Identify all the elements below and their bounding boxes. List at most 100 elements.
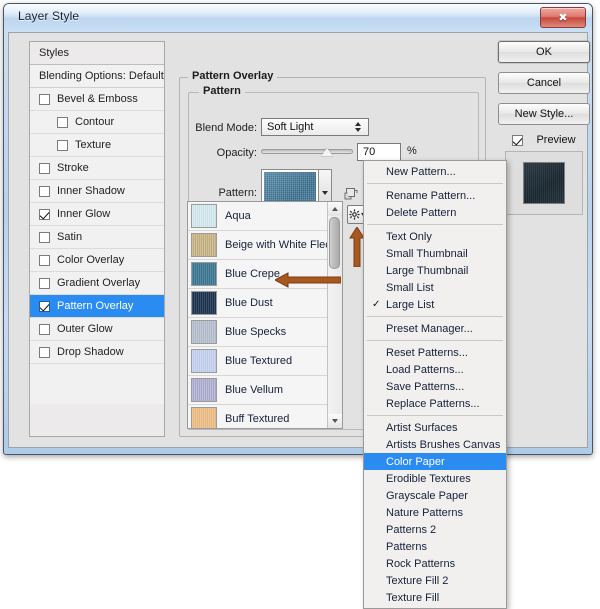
menu-item-replace-patterns[interactable]: Replace Patterns... — [364, 395, 506, 412]
scroll-up-button[interactable] — [328, 202, 342, 216]
opacity-label: Opacity: — [193, 147, 257, 159]
menu-item-color-paper[interactable]: Color Paper — [364, 453, 506, 470]
style-row-label: Inner Glow — [57, 208, 110, 220]
pattern-options-context-menu[interactable]: New Pattern... Rename Pattern... Delete Pa… — [363, 160, 507, 609]
menu-item-small-thumbnail[interactable]: Small Thumbnail — [364, 245, 506, 262]
menu-item-label: Reset Patterns... — [386, 347, 468, 359]
pattern-thumbnail — [191, 407, 217, 429]
style-checkbox[interactable] — [39, 278, 50, 289]
blending-options-row[interactable]: Blending Options: Default — [30, 65, 164, 88]
style-row-contour[interactable]: Contour — [30, 111, 164, 134]
menu-item-artist-surfaces[interactable]: Artist Surfaces — [364, 419, 506, 436]
menu-item-label: Large Thumbnail — [386, 265, 468, 277]
style-row-inner-glow[interactable]: Inner Glow — [30, 203, 164, 226]
dialog-title: Layer Style — [18, 9, 79, 23]
menu-item-nature-patterns[interactable]: Nature Patterns — [364, 504, 506, 521]
menu-item-rename-pattern[interactable]: Rename Pattern... — [364, 187, 506, 204]
title-bar[interactable]: Layer Style ✖ — [4, 4, 592, 31]
pattern-list-item[interactable]: Blue Textured — [188, 347, 328, 376]
menu-item-new-pattern[interactable]: New Pattern... — [364, 163, 506, 180]
style-row-stroke[interactable]: Stroke — [30, 157, 164, 180]
ok-button[interactable]: OK — [498, 41, 590, 63]
opacity-slider-thumb[interactable] — [321, 145, 334, 156]
menu-item-patterns[interactable]: Patterns — [364, 538, 506, 555]
menu-separator — [367, 183, 503, 184]
style-checkbox[interactable] — [57, 117, 68, 128]
style-checkbox[interactable] — [39, 255, 50, 266]
menu-item-texture-fill[interactable]: Texture Fill — [364, 589, 506, 606]
style-checkbox[interactable] — [39, 324, 50, 335]
menu-item-small-list[interactable]: Small List — [364, 279, 506, 296]
style-row-color-overlay[interactable]: Color Overlay — [30, 249, 164, 272]
menu-item-save-patterns[interactable]: Save Patterns... — [364, 378, 506, 395]
pattern-list[interactable]: AquaBeige with White FleckBlue CrepeBlue… — [187, 201, 343, 429]
pattern-list-item[interactable]: Beige with White Fleck — [188, 231, 328, 260]
pattern-list-item[interactable]: Blue Vellum — [188, 376, 328, 405]
style-row-inner-shadow[interactable]: Inner Shadow — [30, 180, 164, 203]
scroll-down-button[interactable] — [328, 414, 342, 428]
chevron-updown-icon — [351, 122, 368, 132]
menu-item-label: Small List — [386, 282, 434, 294]
style-row-label: Satin — [57, 231, 82, 243]
menu-item-delete-pattern[interactable]: Delete Pattern — [364, 204, 506, 221]
style-checkbox[interactable] — [39, 163, 50, 174]
menu-item-label: Artist Surfaces — [386, 422, 458, 434]
style-checkbox[interactable] — [39, 186, 50, 197]
pattern-list-item[interactable]: Buff Textured — [188, 405, 328, 429]
menu-item-reset-patterns[interactable]: Reset Patterns... — [364, 344, 506, 361]
menu-item-large-list[interactable]: ✓Large List — [364, 296, 506, 313]
pattern-list-item[interactable]: Blue Dust — [188, 289, 328, 318]
preview-checkbox-row[interactable]: Preview — [498, 134, 590, 146]
style-checkbox[interactable] — [39, 301, 50, 312]
menu-item-label: Grayscale Paper — [386, 490, 468, 502]
menu-item-texture-fill-2[interactable]: Texture Fill 2 — [364, 572, 506, 589]
style-row-texture[interactable]: Texture — [30, 134, 164, 157]
menu-item-large-thumbnail[interactable]: Large Thumbnail — [364, 262, 506, 279]
check-icon: ✓ — [372, 299, 380, 310]
opacity-input[interactable]: 70 — [357, 143, 401, 161]
style-row-gradient-overlay[interactable]: Gradient Overlay — [30, 272, 164, 295]
style-checkbox[interactable] — [39, 94, 50, 105]
style-checkbox[interactable] — [39, 209, 50, 220]
style-checkbox[interactable] — [57, 140, 68, 151]
menu-item-label: Erodible Textures — [386, 473, 471, 485]
menu-item-erodible-textures[interactable]: Erodible Textures — [364, 470, 506, 487]
pattern-name: Blue Textured — [225, 355, 292, 367]
styles-sidebar: Styles Blending Options: Default Bevel &… — [29, 41, 165, 437]
pattern-name: Aqua — [225, 210, 251, 222]
menu-item-patterns-2[interactable]: Patterns 2 — [364, 521, 506, 538]
style-row-drop-shadow[interactable]: Drop Shadow — [30, 341, 164, 364]
style-row-bevel-emboss[interactable]: Bevel & Emboss — [30, 88, 164, 111]
style-checkbox[interactable] — [39, 232, 50, 243]
pattern-list-scrollbar[interactable] — [327, 202, 342, 428]
blend-mode-label: Blend Mode: — [193, 122, 257, 134]
menu-item-rock-patterns[interactable]: Rock Patterns — [364, 555, 506, 572]
menu-item-label: New Pattern... — [386, 166, 456, 178]
style-row-satin[interactable]: Satin — [30, 226, 164, 249]
menu-item-load-patterns[interactable]: Load Patterns... — [364, 361, 506, 378]
pattern-list-item[interactable]: Aqua — [188, 202, 328, 231]
link-to-origin-icon[interactable] — [344, 186, 359, 201]
style-checkbox[interactable] — [39, 347, 50, 358]
style-row-outer-glow[interactable]: Outer Glow — [30, 318, 164, 341]
style-row-label: Outer Glow — [57, 323, 113, 335]
pattern-name: Blue Specks — [225, 326, 286, 338]
scrollbar-thumb[interactable] — [329, 217, 340, 269]
menu-item-label: Delete Pattern — [386, 207, 456, 219]
style-row-label: Gradient Overlay — [57, 277, 140, 289]
close-button[interactable]: ✖ — [540, 7, 586, 28]
cancel-button[interactable]: Cancel — [498, 72, 590, 94]
preview-checkbox[interactable] — [512, 135, 523, 146]
menu-item-artists-brushes-canvas[interactable]: Artists Brushes Canvas — [364, 436, 506, 453]
pattern-list-item[interactable]: Blue Specks — [188, 318, 328, 347]
menu-item-label: Rock Patterns — [386, 558, 455, 570]
menu-item-text-only[interactable]: Text Only — [364, 228, 506, 245]
blend-mode-select[interactable]: Soft Light — [261, 118, 369, 136]
opacity-slider-track[interactable] — [261, 149, 353, 154]
menu-item-preset-manager[interactable]: Preset Manager... — [364, 320, 506, 337]
style-row-pattern-overlay[interactable]: Pattern Overlay — [30, 295, 164, 318]
menu-item-grayscale-paper[interactable]: Grayscale Paper — [364, 487, 506, 504]
menu-separator — [367, 415, 503, 416]
new-style-button[interactable]: New Style... — [498, 103, 590, 125]
pattern-name: Blue Vellum — [225, 384, 283, 396]
